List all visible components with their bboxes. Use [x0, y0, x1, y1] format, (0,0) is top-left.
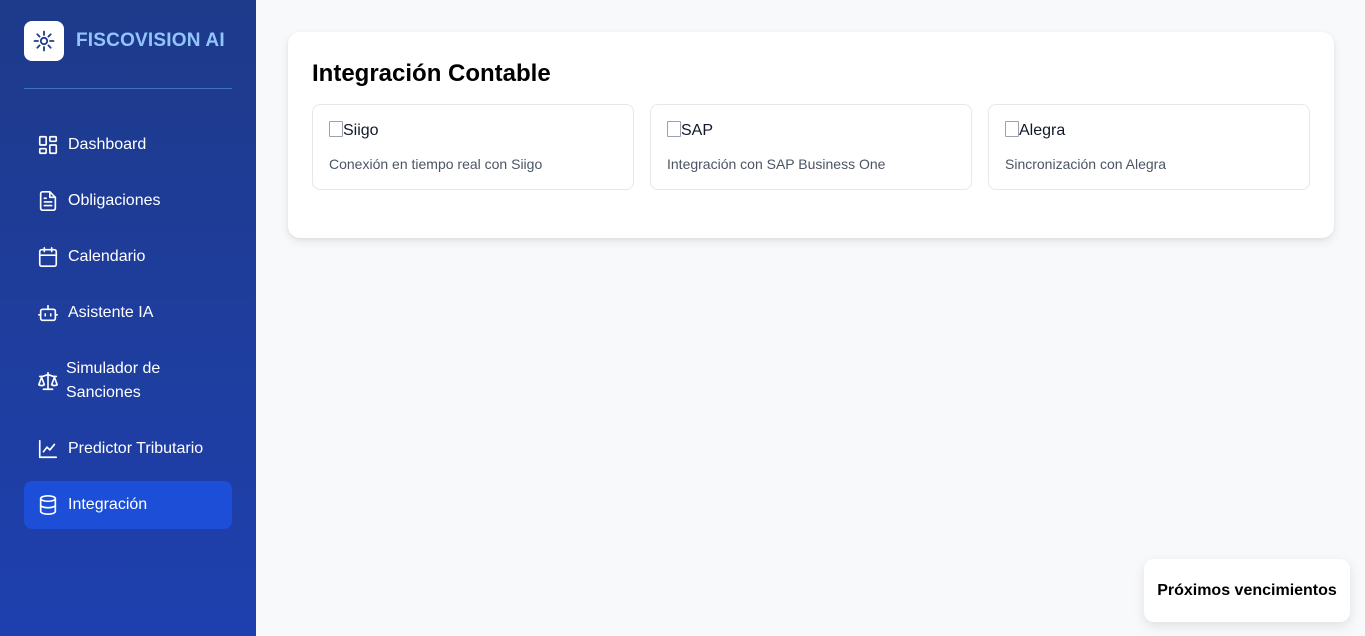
document-icon	[36, 189, 60, 213]
sidebar-item-obligaciones[interactable]: Obligaciones	[24, 189, 232, 213]
integration-logo: Siigo	[329, 121, 379, 140]
brand-name: FISCOVISION AI	[76, 30, 225, 51]
page-title: Integración Contable	[312, 60, 551, 87]
scale-icon	[36, 369, 60, 393]
sidebar-item-label: Calendario	[68, 248, 146, 265]
integration-description: Integración con SAP Business One	[667, 156, 886, 172]
sidebar-item-calendario[interactable]: Calendario	[24, 245, 232, 269]
database-icon	[36, 493, 60, 517]
dashboard-grid-icon	[36, 133, 60, 157]
sidebar-item-label: Predictor Tributario	[68, 440, 204, 457]
sidebar-item-label: Obligaciones	[68, 192, 161, 209]
integration-logo-alt: Alegra	[1019, 122, 1066, 139]
sidebar-item-label: Simulador de Sanciones	[66, 357, 160, 405]
sidebar-item-label-line2: Sanciones	[66, 384, 141, 401]
brand-divider	[24, 88, 232, 89]
integration-option-alegra[interactable]: Alegra Sincronización con Alegra	[988, 104, 1310, 190]
sidebar-item-asistente-ia[interactable]: Asistente IA	[24, 301, 232, 325]
sidebar-item-dashboard[interactable]: Dashboard	[24, 133, 232, 157]
toast-label: Próximos vencimientos	[1157, 581, 1337, 599]
sidebar-item-label-line1: Simulador de	[66, 360, 161, 377]
integration-logo: Alegra	[1005, 121, 1066, 140]
integration-option-sap[interactable]: SAP Integración con SAP Business One	[650, 104, 972, 190]
brand[interactable]: FISCOVISION AI	[24, 21, 225, 61]
sidebar-item-label: Dashboard	[68, 136, 147, 153]
sun-burst-icon	[24, 21, 64, 61]
sidebar-item-label: Integración	[68, 496, 148, 513]
integration-logo-alt: Siigo	[343, 122, 379, 139]
sidebar-item-label: Asistente IA	[68, 304, 154, 321]
line-chart-icon	[36, 437, 60, 461]
upcoming-deadlines-toast[interactable]: Próximos vencimientos	[1144, 559, 1350, 622]
broken-image-icon	[667, 121, 681, 137]
broken-image-icon	[1005, 121, 1019, 137]
integration-description: Sincronización con Alegra	[1005, 156, 1167, 172]
sidebar-item-integracion[interactable]: Integración	[24, 481, 232, 529]
sidebar-item-simulador-sanciones[interactable]: Simulador de Sanciones	[24, 357, 232, 405]
integration-description: Conexión en tiempo real con Siigo	[329, 156, 543, 172]
integration-card: Integración Contable Siigo Conexión en t…	[288, 32, 1334, 238]
broken-image-icon	[329, 121, 343, 137]
sidebar-item-predictor-tributario[interactable]: Predictor Tributario	[24, 437, 232, 461]
robot-icon	[36, 301, 60, 325]
sidebar: FISCOVISION AI Dashboard Obligaciones Ca…	[0, 0, 256, 636]
integration-logo: SAP	[667, 121, 714, 140]
calendar-icon	[36, 245, 60, 269]
integration-logo-alt: SAP	[681, 122, 714, 139]
integration-option-siigo[interactable]: Siigo Conexión en tiempo real con Siigo	[312, 104, 634, 190]
